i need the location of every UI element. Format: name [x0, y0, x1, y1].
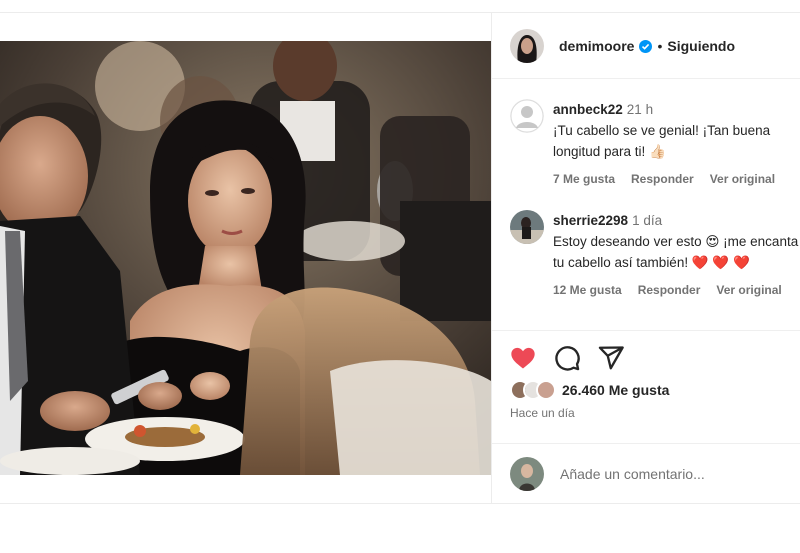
- following-button[interactable]: Siguiendo: [667, 38, 735, 54]
- comment-likes[interactable]: 7 Me gusta: [553, 172, 615, 186]
- bottom-divider: [0, 503, 800, 504]
- post-actions: [509, 344, 625, 372]
- default-avatar-icon[interactable]: [510, 99, 544, 133]
- liker-avatar-icon: [536, 380, 556, 400]
- header-separator: •: [657, 37, 663, 54]
- current-user-avatar: [510, 456, 544, 491]
- author-username[interactable]: demimoore: [559, 38, 634, 54]
- comment-item: annbeck22 21 h ¡Tu cabello se ve genial! …: [510, 99, 800, 186]
- comment-meta: 7 Me gusta Responder Ver original: [553, 172, 800, 186]
- comment-body: annbeck22 21 h ¡Tu cabello se ve genial! …: [553, 99, 800, 162]
- see-original-button[interactable]: Ver original: [710, 172, 775, 186]
- post-header: demimoore • Siguiendo: [492, 13, 800, 79]
- post-side-panel: demimoore • Siguiendo annbeck22 21 h ¡Tu …: [492, 13, 800, 503]
- comment-time: 21 h: [626, 102, 654, 117]
- comment-item: sherrie2298 1 día Estoy deseando ver esto…: [510, 210, 800, 297]
- comment-likes[interactable]: 12 Me gusta: [553, 283, 622, 297]
- reply-button[interactable]: Responder: [631, 172, 694, 186]
- comment-username[interactable]: sherrie2298: [553, 213, 628, 228]
- share-icon[interactable]: [597, 344, 625, 372]
- post-timestamp[interactable]: Hace un día: [510, 406, 575, 420]
- add-comment-input[interactable]: [560, 465, 760, 482]
- see-original-button[interactable]: Ver original: [716, 283, 781, 297]
- post-photo-illustration: [0, 41, 491, 475]
- comment-meta: 12 Me gusta Responder Ver original: [553, 283, 800, 297]
- comment-text: Estoy deseando ver esto 😍 ¡me encanta tu…: [553, 234, 799, 270]
- comment-username[interactable]: annbeck22: [553, 102, 623, 117]
- reply-button[interactable]: Responder: [638, 283, 701, 297]
- comment-text: ¡Tu cabello se ve genial! ¡Tan buena lon…: [553, 123, 771, 159]
- likes-row: 26.460 Me gusta: [510, 380, 669, 400]
- liker-avatars[interactable]: [510, 380, 556, 400]
- comment-icon[interactable]: [553, 344, 581, 372]
- author-avatar-image: [510, 28, 544, 63]
- likes-count[interactable]: 26.460 Me gusta: [562, 382, 669, 398]
- post-photo[interactable]: [0, 41, 491, 475]
- photo-avatar-icon[interactable]: [510, 210, 544, 244]
- heart-filled-icon[interactable]: [509, 344, 537, 372]
- comment-composer: [492, 443, 800, 503]
- actions-divider: [492, 330, 800, 331]
- verified-badge-icon: [639, 40, 653, 53]
- comment-time: 1 día: [632, 213, 663, 228]
- author-avatar[interactable]: [510, 28, 544, 63]
- comment-body: sherrie2298 1 día Estoy deseando ver esto…: [553, 210, 800, 273]
